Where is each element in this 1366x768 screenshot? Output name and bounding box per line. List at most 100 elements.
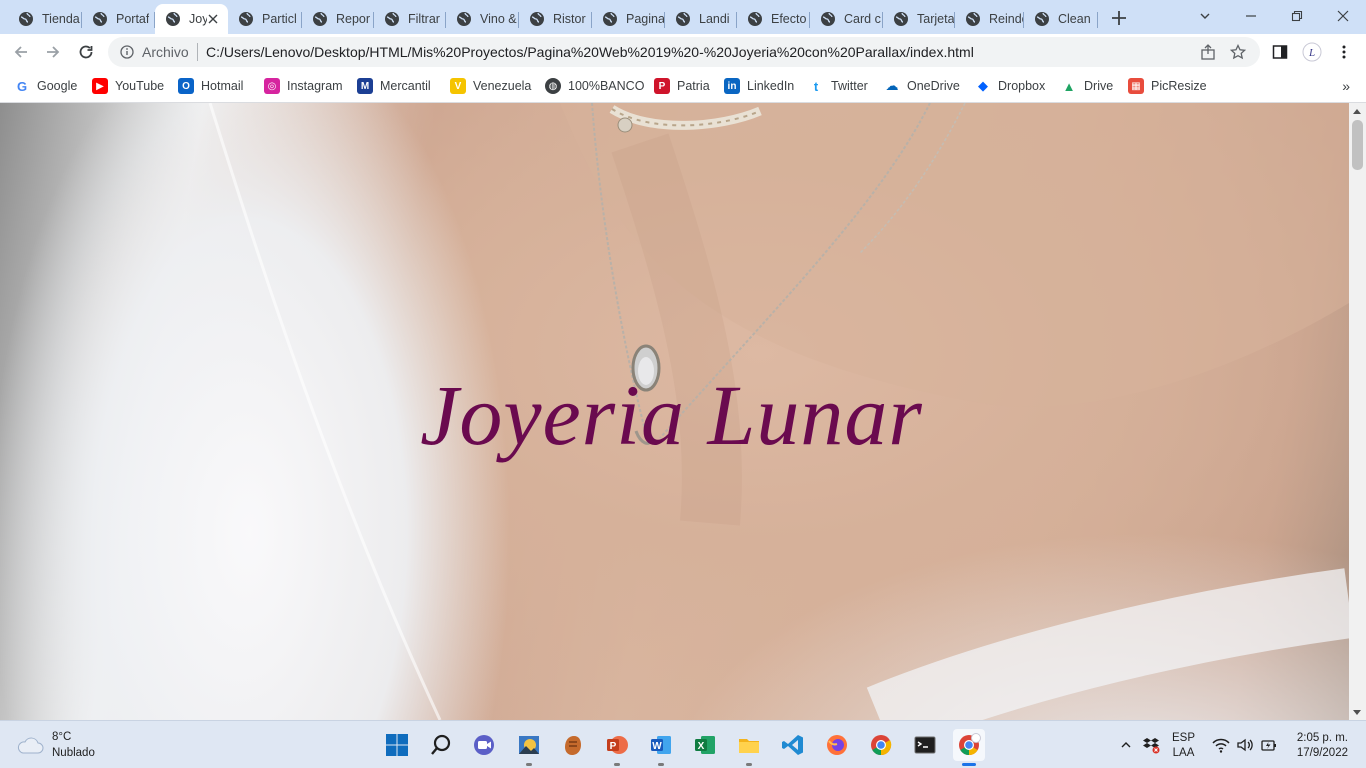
system-clock[interactable]: 2:05 p. m. 17/9/2022 xyxy=(1288,731,1348,761)
browser-tab[interactable]: Particl xyxy=(228,4,302,34)
bookmark-twitter[interactable]: t Twitter xyxy=(808,75,868,97)
language-indicator[interactable]: ESP LAA xyxy=(1172,731,1195,761)
tab-search-button[interactable] xyxy=(1182,0,1228,32)
browser-tab[interactable]: Joy xyxy=(155,4,228,34)
address-url[interactable]: C:/Users/Lenovo/Desktop/HTML/Mis%20Proye… xyxy=(206,44,974,60)
bookmark-label: Hotmail xyxy=(201,79,244,93)
browser-tab[interactable]: Efecto xyxy=(737,4,810,34)
back-button[interactable] xyxy=(9,40,33,64)
taskbar-chrome-profile-button[interactable] xyxy=(953,729,985,766)
browser-tab[interactable]: Vino & xyxy=(446,4,519,34)
start-button[interactable] xyxy=(381,729,413,761)
globe-icon xyxy=(385,12,399,26)
browser-tab[interactable]: Landi xyxy=(665,4,737,34)
bookmark-drive[interactable]: ▲ Drive xyxy=(1061,75,1114,97)
menu-button[interactable] xyxy=(1334,42,1354,62)
browser-tab[interactable]: Pagina xyxy=(592,4,665,34)
browser-tab[interactable]: Card c xyxy=(810,4,883,34)
browser-tab[interactable]: Reinde xyxy=(955,4,1024,34)
wifi-icon xyxy=(1212,738,1230,753)
restore-icon xyxy=(1291,10,1303,22)
bookmark-label: Instagram xyxy=(287,79,343,93)
tray-wifi-button[interactable] xyxy=(1210,734,1232,756)
share-icon[interactable] xyxy=(1200,44,1216,60)
close-window-button[interactable] xyxy=(1320,0,1366,32)
taskbar-photos-button[interactable] xyxy=(513,729,545,766)
taskbar-chrome-button[interactable] xyxy=(865,729,897,761)
weather-widget[interactable]: 8°C Nublado xyxy=(16,729,95,761)
globe-icon xyxy=(603,12,617,26)
bookmark-venezuela[interactable]: V Venezuela xyxy=(450,75,531,97)
new-tab-icon[interactable] xyxy=(1108,7,1130,29)
taskbar-firefox-button[interactable] xyxy=(821,729,853,761)
taskbar-vscode-button[interactable] xyxy=(777,729,809,761)
page-viewport: Joyeria Lunar xyxy=(0,103,1349,720)
bookmark-linkedin[interactable]: in LinkedIn xyxy=(724,75,794,97)
bookmarks-more-button[interactable]: » xyxy=(1342,78,1350,94)
tab-label: Repor xyxy=(336,12,371,26)
restore-button[interactable] xyxy=(1274,0,1320,32)
bookmark-star-icon[interactable] xyxy=(1230,44,1246,60)
forward-button[interactable] xyxy=(41,40,65,64)
clock-date: 17/9/2022 xyxy=(1296,747,1348,759)
bookmark-mercantil[interactable]: M Mercantil xyxy=(357,75,431,97)
taskbar-explorer-button[interactable] xyxy=(733,729,765,766)
reload-button[interactable] xyxy=(74,40,98,64)
browser-tab[interactable]: Portaf xyxy=(82,4,155,34)
browser-tab[interactable]: Clean xyxy=(1024,4,1098,34)
tab-label: Tienda xyxy=(42,12,80,26)
tab-label: Ristor xyxy=(553,12,586,26)
search-icon xyxy=(431,734,451,755)
taskbar-powerpoint-button[interactable]: P xyxy=(601,729,633,766)
taskbar-terminal-button[interactable] xyxy=(909,729,941,761)
side-panel-button[interactable] xyxy=(1270,42,1290,62)
bookmark-onedrive[interactable]: ☁ OneDrive xyxy=(884,75,960,97)
browser-tab[interactable]: Repor xyxy=(302,4,374,34)
scroll-down-arrow[interactable] xyxy=(1353,710,1361,715)
bookmark-picresize[interactable]: ▦ PicResize xyxy=(1128,75,1207,97)
bookmark-100-banco[interactable]: ◍ 100%BANCO xyxy=(545,75,644,97)
browser-tab[interactable]: Filtrar xyxy=(374,4,446,34)
svg-text:L: L xyxy=(1308,47,1315,59)
taskbar-meet-button[interactable] xyxy=(469,729,501,761)
baseball-glove-icon xyxy=(565,736,581,755)
chrome-profile-icon xyxy=(959,733,981,756)
bookmark-youtube[interactable]: ▶ YouTube xyxy=(92,75,164,97)
globe-icon xyxy=(93,12,107,26)
minimize-button[interactable] xyxy=(1228,0,1274,32)
bookmark-google[interactable]: G Google xyxy=(14,75,77,97)
info-icon[interactable] xyxy=(120,45,134,59)
word-icon: W xyxy=(651,736,671,754)
globe-icon xyxy=(166,12,180,26)
profile-button[interactable]: L xyxy=(1302,42,1322,62)
page-scrollbar[interactable] xyxy=(1349,103,1366,720)
weather-temp: 8°C xyxy=(52,731,72,743)
tab-close-icon[interactable] xyxy=(206,12,220,26)
side-panel-icon xyxy=(1272,45,1288,59)
venezuela-icon: V xyxy=(450,78,466,94)
tray-battery-button[interactable] xyxy=(1258,734,1280,756)
bookmark-dropbox[interactable]: ◆ Dropbox xyxy=(975,75,1045,97)
taskbar-game-button[interactable] xyxy=(557,729,589,761)
browser-tab[interactable]: Tienda xyxy=(8,4,82,34)
taskbar-search-button[interactable] xyxy=(425,729,457,761)
bookmark-hotmail[interactable]: O Hotmail xyxy=(178,75,243,97)
browser-tab[interactable]: Tarjeta xyxy=(883,4,955,34)
bookmark-label: Venezuela xyxy=(473,79,532,93)
taskbar-word-button[interactable]: W xyxy=(645,729,677,766)
scroll-up-arrow[interactable] xyxy=(1353,109,1361,114)
tray-overflow-button[interactable] xyxy=(1115,734,1137,756)
photo-viewer-icon xyxy=(519,736,539,754)
mercantil-icon: M xyxy=(357,78,373,94)
browser-tab[interactable]: Ristor xyxy=(519,4,592,34)
bookmark-label: Mercantil xyxy=(380,79,431,93)
taskbar-excel-button[interactable]: X xyxy=(689,729,721,761)
bookmark-instagram[interactable]: ◎ Instagram xyxy=(264,75,343,97)
drive-icon: ▲ xyxy=(1062,78,1076,94)
scroll-thumb[interactable] xyxy=(1352,120,1363,170)
tray-volume-button[interactable] xyxy=(1234,734,1256,756)
address-bar[interactable]: Archivo C:/Users/Lenovo/Desktop/HTML/Mis… xyxy=(108,37,1260,67)
tray-dropbox-button[interactable] xyxy=(1140,734,1162,756)
svg-text:W: W xyxy=(652,741,662,752)
bookmark-patria[interactable]: P Patria xyxy=(654,75,710,97)
